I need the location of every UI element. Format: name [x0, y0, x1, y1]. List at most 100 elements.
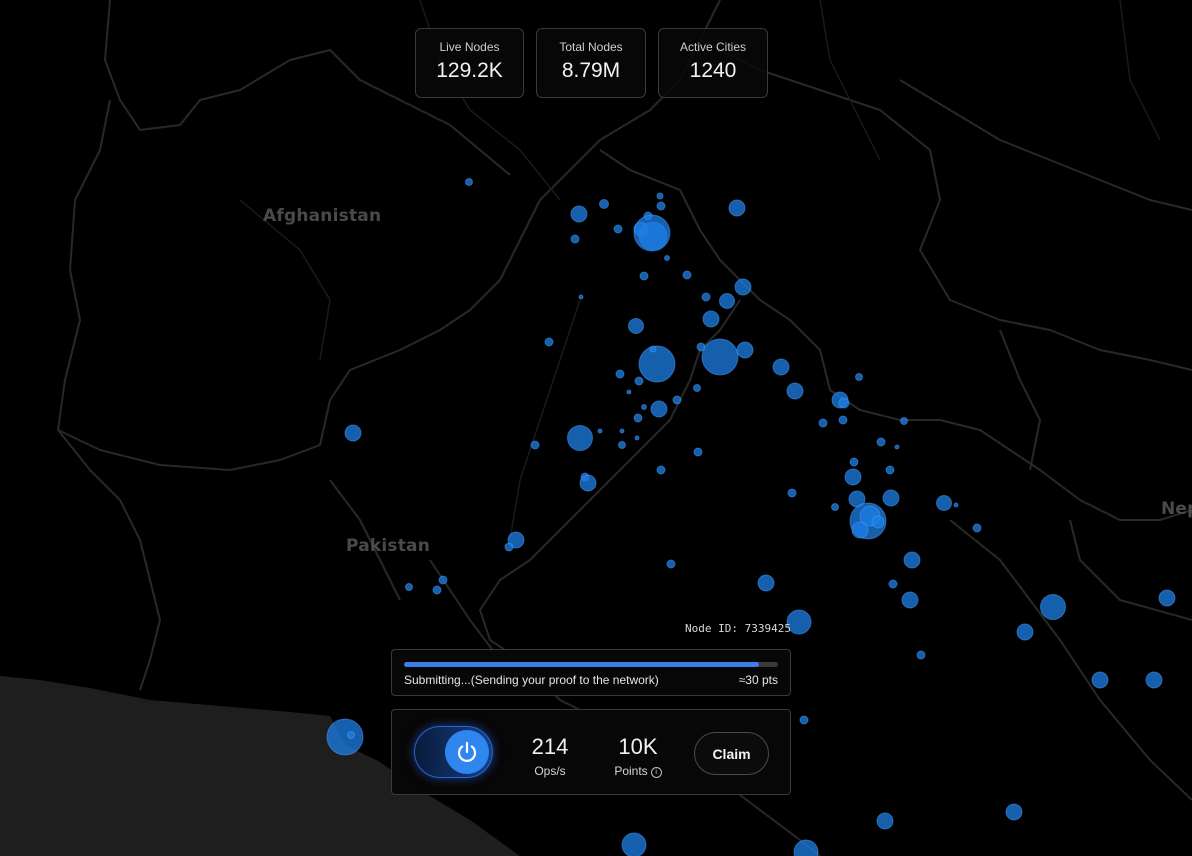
node-dot [849, 457, 859, 467]
node-dot [903, 551, 921, 569]
node-dot [597, 428, 603, 434]
node-dot [851, 521, 869, 539]
country-label-afghanistan: Afghanistan [263, 206, 382, 226]
node-dot [672, 395, 682, 405]
node-dot [619, 428, 625, 434]
stat-value: 8.79M [561, 59, 621, 82]
node-dot [757, 574, 775, 592]
node-dot [900, 417, 908, 425]
node-dot [882, 489, 900, 507]
points-label: Points [614, 764, 648, 778]
claim-button[interactable]: Claim [694, 732, 769, 775]
node-dot [344, 424, 362, 442]
progress-bar [404, 662, 778, 667]
node-dot [701, 338, 739, 376]
node-dot [615, 369, 625, 379]
node-dot [1040, 594, 1066, 620]
node-dot [641, 404, 647, 410]
stat-value: 1240 [689, 59, 737, 82]
node-dot [728, 199, 746, 217]
node-dot [567, 425, 593, 451]
node-dot [734, 278, 752, 296]
node-dot [633, 214, 671, 252]
node-dot [1145, 671, 1163, 689]
progress-points: ≈30 pts [738, 673, 778, 687]
node-dot [613, 224, 623, 234]
node-dot [432, 585, 442, 595]
node-dot [618, 441, 626, 449]
progress-status-text: Submitting...(Sending your proof to the … [404, 673, 659, 687]
node-dot [465, 178, 473, 186]
points-value: 10K [618, 734, 658, 759]
node-dot [579, 474, 597, 492]
node-dot [702, 310, 720, 328]
node-dot [628, 318, 644, 334]
node-dot [818, 418, 828, 428]
node-dot [1091, 671, 1109, 689]
node-dot [953, 502, 959, 508]
node-dot [347, 731, 355, 739]
node-dot [876, 437, 886, 447]
node-dot [787, 488, 797, 498]
node-dot [871, 515, 885, 529]
node-dot [626, 389, 632, 395]
node-dot [693, 384, 701, 392]
node-dot [786, 382, 804, 400]
node-dot [885, 465, 895, 475]
node-dot [701, 292, 711, 302]
stat-label: Live Nodes [439, 40, 500, 54]
node-dot [666, 559, 676, 569]
stat-label: Total Nodes [559, 40, 623, 54]
node-dot [972, 523, 982, 533]
country-label-pakistan: Pakistan [346, 536, 431, 556]
node-dot [888, 579, 898, 589]
node-dot [326, 718, 364, 756]
progress-panel: Submitting...(Sending your proof to the … [391, 649, 791, 696]
node-dot [772, 358, 790, 376]
node-dot [916, 650, 926, 660]
points-caption: Points i [607, 764, 669, 778]
stat-label: Active Cities [679, 40, 747, 54]
node-dot [504, 542, 514, 552]
node-dot [438, 575, 448, 585]
control-panel: 214 Ops/s 10K Points i Claim [391, 709, 791, 795]
node-dot [855, 373, 863, 381]
stat-card-total-nodes: Total Nodes 8.79M [536, 28, 646, 98]
power-toggle[interactable] [414, 726, 493, 778]
node-dot [693, 447, 703, 457]
node-dot [838, 415, 848, 425]
node-dot [578, 294, 584, 300]
node-id: Node ID: 7339425 [685, 622, 791, 635]
node-dot [719, 293, 735, 309]
node-dot [799, 715, 809, 725]
node-dot [844, 468, 862, 486]
node-dot [1158, 589, 1176, 607]
ops-metric: 214 Ops/s [525, 734, 575, 778]
node-dot [736, 341, 754, 359]
node-dot [936, 495, 952, 511]
node-dot [682, 270, 692, 280]
node-dot [530, 440, 540, 450]
progress-bar-fill [404, 662, 760, 667]
stat-value: 129.2K [436, 59, 503, 82]
node-dot [544, 337, 554, 347]
node-dot [696, 342, 706, 352]
country-label-nepal: Nep [1161, 499, 1192, 519]
node-dot [633, 413, 643, 423]
ops-label: Ops/s [534, 764, 566, 778]
stat-card-active-cities: Active Cities 1240 [658, 28, 768, 98]
node-dot [405, 583, 413, 591]
node-dot [634, 435, 640, 441]
stat-card-live-nodes: Live Nodes 129.2K [415, 28, 524, 98]
node-dot [639, 271, 649, 281]
node-dot [570, 205, 588, 223]
node-dot [634, 376, 644, 386]
node-dot [1005, 803, 1023, 821]
node-dot [649, 345, 657, 353]
points-metric: 10K Points i [607, 734, 669, 778]
node-dot [656, 192, 664, 200]
power-toggle-knob[interactable] [445, 730, 489, 774]
info-icon[interactable]: i [650, 767, 662, 778]
node-dot [599, 199, 609, 209]
node-dot [650, 400, 668, 418]
